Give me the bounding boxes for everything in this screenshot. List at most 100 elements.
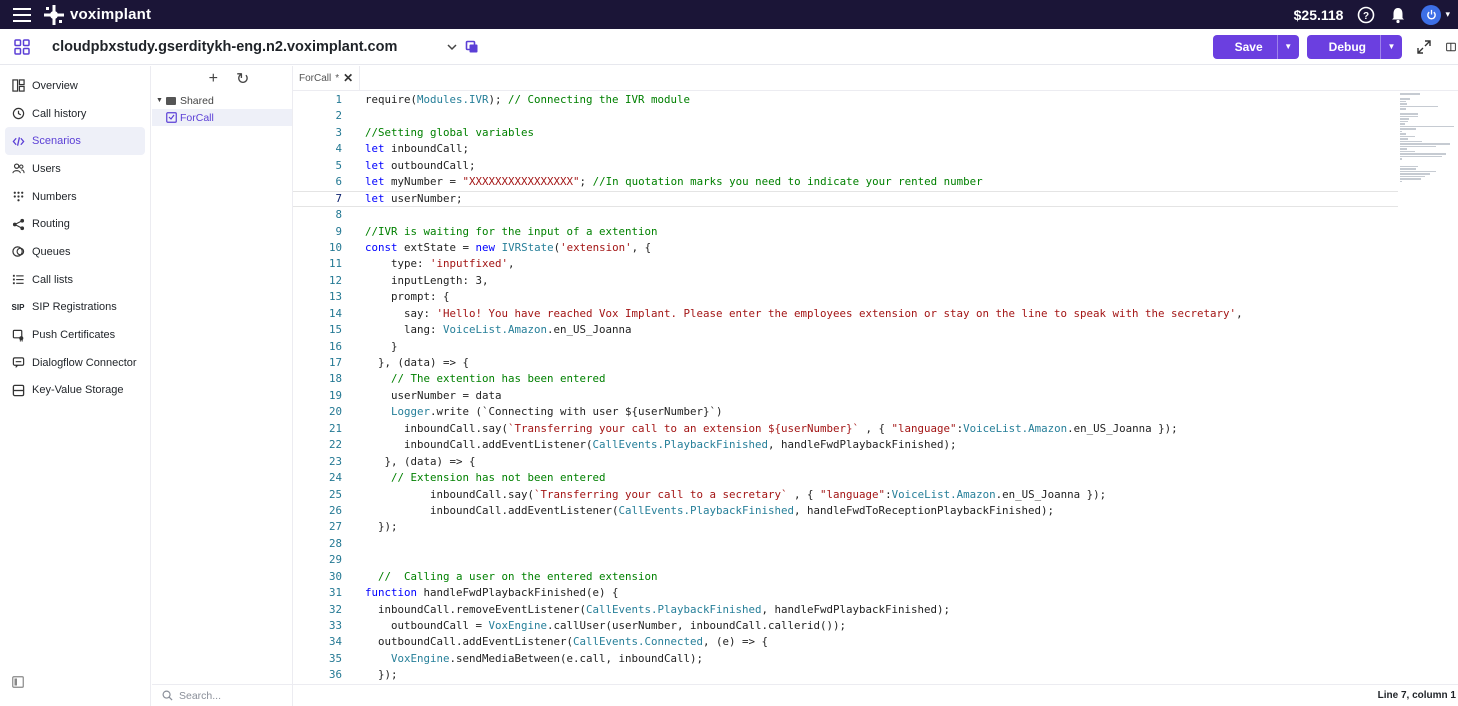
sidebar-item-sip-registrations[interactable]: SIP SIP Registrations [5, 294, 145, 322]
code-line[interactable]: 4 let inboundCall; [293, 141, 1398, 157]
code-line[interactable]: 12 inputLength: 3, [293, 273, 1398, 289]
code-line[interactable]: 14 say: 'Hello! You have reached Vox Imp… [293, 306, 1398, 322]
code-line[interactable]: 30 // Calling a user on the entered exte… [293, 569, 1398, 585]
close-tab-icon[interactable]: ✕ [343, 71, 353, 85]
sidebar-item-numbers[interactable]: Numbers [5, 183, 145, 211]
code-token: // Calling a user on the entered extensi… [378, 569, 658, 583]
sidebar-item-overview[interactable]: Overview [5, 72, 145, 100]
save-options-caret-icon[interactable]: ▼ [1276, 34, 1299, 59]
code-line[interactable]: 32 inboundCall.removeEventListener(CallE… [293, 602, 1398, 618]
file-search[interactable]: Search... [152, 684, 292, 706]
code-text: // Calling a user on the entered extensi… [365, 569, 658, 585]
tab-forcall[interactable]: ForCall * ✕ [293, 66, 361, 90]
code-line[interactable]: 10 const extState = new IVRState('extensi… [293, 240, 1398, 256]
code-line[interactable]: 26 inboundCall.addEventListener(CallEven… [293, 503, 1398, 519]
code-line[interactable]: 7 let userNumber; [293, 191, 1398, 207]
debug-button[interactable]: Debug ▼ [1306, 34, 1402, 59]
application-name[interactable]: cloudpbxstudy.gserditykh-eng.n2.voximpla… [52, 39, 397, 55]
code-minimap[interactable] [1400, 92, 1458, 202]
add-icon[interactable]: + [209, 70, 218, 88]
code-token: require( [365, 93, 418, 106]
code-line[interactable]: 23 }, (data) => { [293, 454, 1398, 470]
code-token: say: [365, 306, 437, 320]
minimap-line [1400, 108, 1406, 110]
debug-options-caret-icon[interactable]: ▼ [1380, 34, 1402, 59]
sidebar-item-label: Call lists [32, 273, 73, 286]
code-line[interactable]: 13 prompt: { [293, 289, 1398, 305]
code-line[interactable]: 36 }); [293, 667, 1398, 683]
voximplant-logo[interactable]: voximplant [44, 4, 151, 25]
sidebar-item-queues[interactable]: Queues [5, 238, 145, 266]
sidebar-item-call-lists[interactable]: Call lists [5, 266, 145, 294]
code-text: }); [365, 667, 398, 683]
line-number: 2 [335, 109, 342, 123]
code-token: , (e) => { [703, 635, 769, 649]
code-line[interactable]: 21 inboundCall.say(`Transferring your ca… [293, 421, 1398, 437]
save-button[interactable]: Save ▼ [1212, 34, 1299, 59]
code-line[interactable]: 31 function handleFwdPlaybackFinished(e) … [293, 585, 1398, 601]
sidebar-item-call-history[interactable]: Call history [5, 100, 145, 128]
copy-icon[interactable] [465, 40, 479, 54]
code-area[interactable]: 1 require(Modules.IVR); // Connecting the… [293, 92, 1398, 685]
code-line[interactable]: 2 [293, 108, 1398, 124]
line-number: 19 [328, 388, 342, 402]
sidebar-item-routing[interactable]: Routing [5, 210, 145, 238]
help-icon[interactable]: ? [1357, 6, 1375, 24]
line-number: 13 [328, 290, 342, 304]
code-line[interactable]: 28 [293, 536, 1398, 552]
code-line[interactable]: 11 type: 'inputfixed', [293, 256, 1398, 272]
sidebar-item-users[interactable]: Users [5, 155, 145, 183]
refresh-icon[interactable]: ↻ [236, 69, 249, 89]
line-number: 6 [335, 175, 342, 189]
code-token: // The extention has been entered [391, 372, 606, 386]
code-line[interactable]: 20 Logger.write (`Connecting with user $… [293, 404, 1398, 420]
line-number: 29 [328, 553, 342, 567]
user-avatar[interactable] [1421, 4, 1442, 25]
code-line[interactable]: 35 VoxEngine.sendMediaBetween(e.call, in… [293, 651, 1398, 667]
code-line[interactable]: 27 }); [293, 519, 1398, 535]
code-line[interactable]: 5 let outboundCall; [293, 158, 1398, 174]
sidebar-item-key-value-storage[interactable]: Key-Value Storage [5, 377, 145, 405]
code-line[interactable]: 3 //Setting global variables [293, 125, 1398, 141]
notifications-bell-icon[interactable] [1389, 6, 1407, 24]
code-line[interactable]: 17 }, (data) => { [293, 355, 1398, 371]
chevron-down-icon[interactable] [445, 40, 459, 54]
code-line[interactable]: 9 //IVR is waiting for the input of a ext… [293, 224, 1398, 240]
split-view-icon[interactable] [1446, 39, 1456, 55]
minimap-line [1400, 125, 1454, 127]
code-line[interactable]: 15 lang: VoiceList.Amazon.en_US_Joanna [293, 322, 1398, 338]
code-line[interactable]: 29 [293, 552, 1398, 568]
code-line[interactable]: 25 inboundCall.say(`Transferring your ca… [293, 487, 1398, 503]
code-line[interactable]: 34 outboundCall.addEventListener(CallEve… [293, 634, 1398, 650]
tree-folder-shared[interactable]: ▼ Shared [152, 92, 292, 109]
sidebar-item-scenarios[interactable]: Scenarios [5, 127, 145, 156]
sidebar-item-push-certificates[interactable]: Push Certificates [5, 321, 145, 349]
code-line[interactable]: 19 userNumber = data [293, 388, 1398, 404]
menu-icon[interactable] [0, 0, 44, 29]
code-line[interactable]: 33 outboundCall = VoxEngine.callUser(use… [293, 618, 1398, 634]
apps-grid-icon[interactable] [0, 38, 44, 55]
collapse-sidebar-icon[interactable] [12, 676, 24, 688]
fullscreen-icon[interactable] [1416, 39, 1432, 55]
chevron-down-icon[interactable]: ▾ [1445, 9, 1450, 20]
code-token: 'extension' [560, 240, 632, 254]
expand-triangle-icon[interactable]: ▼ [156, 97, 163, 104]
code-line[interactable]: 8 [293, 207, 1398, 223]
code-token: "XXXXXXXXXXXXXXXX" [462, 175, 580, 189]
account-balance[interactable]: $25.118 [1294, 7, 1344, 23]
line-number: 5 [335, 158, 342, 172]
code-token: myNumber = [384, 175, 463, 189]
tree-file-forcall[interactable]: ForCall [152, 109, 292, 126]
minimap-line [1400, 135, 1415, 137]
code-line[interactable]: 1 require(Modules.IVR); // Connecting the… [293, 92, 1398, 108]
code-line[interactable]: 6 let myNumber = "XXXXXXXXXXXXXXXX"; //In… [293, 174, 1398, 190]
code-line[interactable]: 22 inboundCall.addEventListener(CallEven… [293, 437, 1398, 453]
code-line[interactable]: 18 // The extention has been entered [293, 371, 1398, 387]
minimap-line [1400, 173, 1430, 175]
unsaved-indicator: * [335, 72, 340, 84]
code-line[interactable]: 24 // Extension has not been entered [293, 470, 1398, 486]
code-line[interactable]: 16 } [293, 339, 1398, 355]
sidebar-item-dialogflow-connector[interactable]: Dialogflow Connector [5, 349, 145, 377]
